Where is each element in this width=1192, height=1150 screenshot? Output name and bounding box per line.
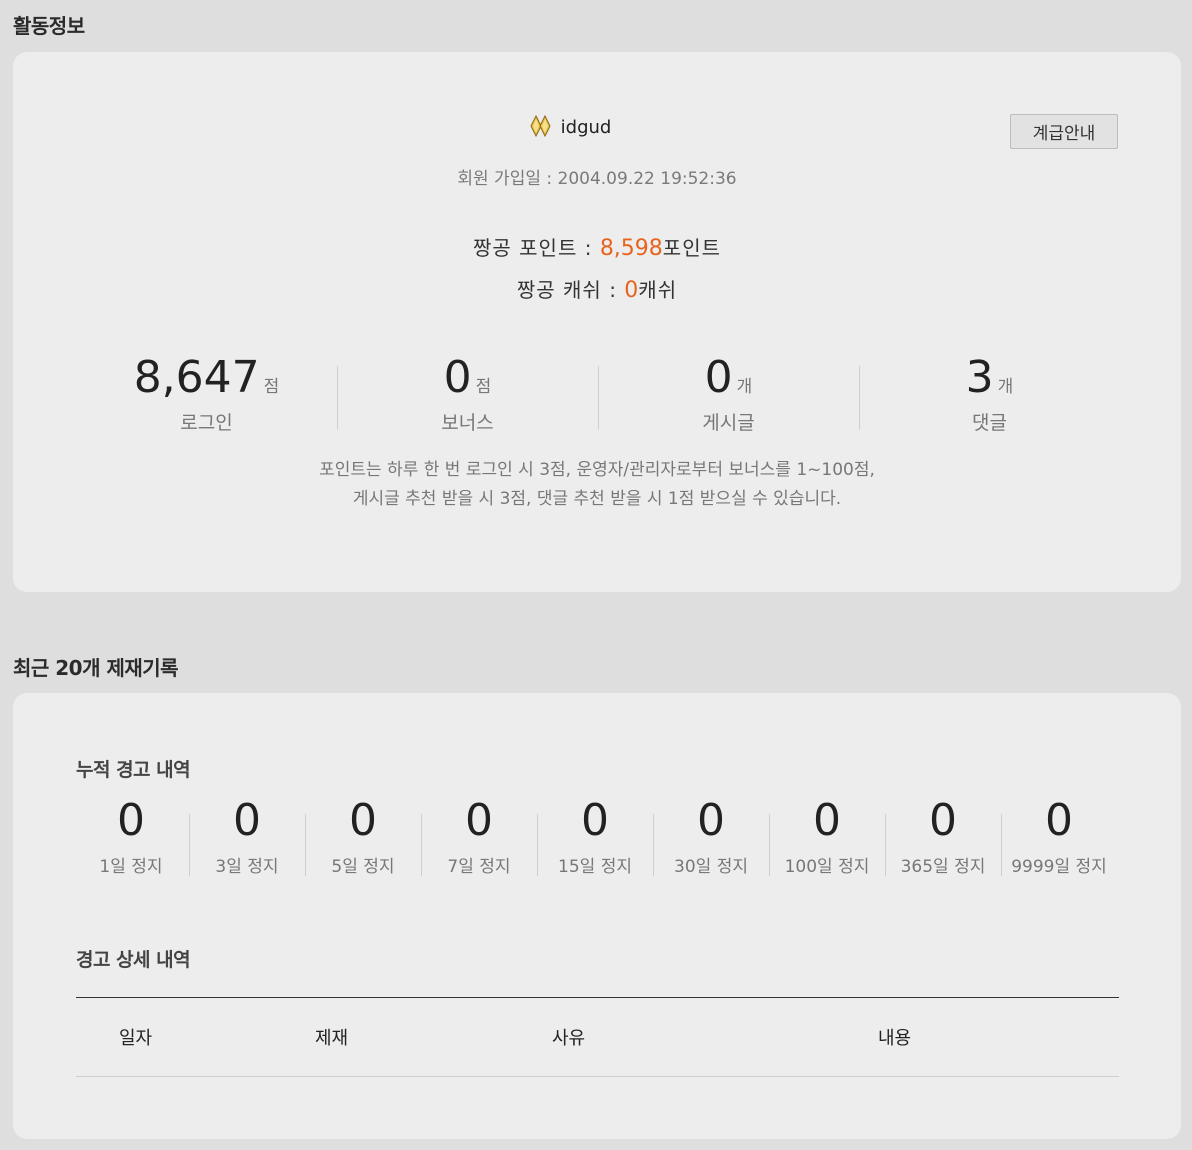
grade-guide-button[interactable]: 계급안내 bbox=[1010, 114, 1118, 149]
stat-unit: 개 bbox=[997, 377, 1014, 397]
warning-count-label: 100일 정지 bbox=[784, 857, 870, 877]
warning-count-value: 0 bbox=[349, 795, 377, 846]
stat-bonus: 0점 보너스 bbox=[337, 352, 598, 435]
warning-count-label: 9999일 정지 bbox=[1011, 857, 1107, 877]
warning-count-value: 0 bbox=[929, 795, 957, 846]
stat-value: 0 bbox=[704, 352, 733, 403]
warning-count-item: 0 15일 정지 bbox=[537, 796, 653, 877]
warning-detail-title: 경고 상세 내역 bbox=[76, 949, 191, 971]
stat-value: 3 bbox=[965, 352, 994, 403]
join-date-value: 2004.09.22 19:52:36 bbox=[557, 169, 737, 189]
cash-label: 짱공 캐쉬 : bbox=[516, 278, 625, 302]
warning-count-value: 0 bbox=[1045, 795, 1073, 846]
user-row: idgud bbox=[13, 114, 1127, 138]
warning-count-value: 0 bbox=[465, 795, 493, 846]
warning-count-value: 0 bbox=[233, 795, 261, 846]
activity-stats: 8,647 점 로그인 0점 보너스 0개 게시글 3개 댓글 bbox=[76, 352, 1120, 435]
warning-counts: 0 1일 정지 0 3일 정지 0 5일 정지 0 7일 정지 0 15일 정지… bbox=[73, 795, 1117, 878]
warning-count-label: 7일 정지 bbox=[447, 857, 511, 877]
points-unit: 포인트 bbox=[662, 236, 721, 260]
warning-count-label: 365일 정지 bbox=[900, 857, 986, 877]
activity-card: idgud 계급안내 회원 가입일 : 2004.09.22 19:52:36 … bbox=[13, 52, 1181, 592]
cash-value: 0 bbox=[624, 278, 639, 303]
warning-count-value: 0 bbox=[117, 795, 145, 846]
warning-count-item: 0 1일 정지 bbox=[73, 795, 189, 878]
stat-label: 로그인 bbox=[180, 412, 233, 434]
warning-count-value: 0 bbox=[697, 795, 725, 846]
cumulative-warning-title: 누적 경고 내역 bbox=[76, 759, 191, 781]
grade-diamond-icon bbox=[530, 114, 551, 138]
cash-unit: 캐쉬 bbox=[638, 278, 678, 302]
warning-count-label: 5일 정지 bbox=[331, 857, 395, 877]
warning-count-item: 0 7일 정지 bbox=[421, 796, 537, 877]
sanction-card: 누적 경고 내역 0 1일 정지 0 3일 정지 0 5일 정지 0 7일 정지… bbox=[13, 693, 1181, 1139]
warning-count-item: 0 100일 정지 bbox=[769, 796, 885, 877]
stat-posts: 0개 게시글 bbox=[598, 352, 859, 435]
warning-count-item: 0 5일 정지 bbox=[305, 796, 421, 877]
warning-count-value: 0 bbox=[813, 795, 841, 846]
points-row: 짱공 포인트 : 8,598포인트 bbox=[13, 232, 1181, 261]
stat-value: 0 bbox=[443, 352, 472, 403]
stat-unit: 점 bbox=[263, 377, 280, 397]
join-date-row: 회원 가입일 : 2004.09.22 19:52:36 bbox=[13, 164, 1181, 189]
join-date-label: 회원 가입일 : bbox=[457, 169, 558, 189]
col-header-reason: 사유 bbox=[552, 1028, 586, 1049]
stat-unit: 점 bbox=[475, 377, 492, 397]
cash-row: 짱공 캐쉬 : 0캐쉬 bbox=[13, 274, 1181, 303]
col-header-date: 일자 bbox=[119, 1028, 153, 1049]
col-header-content: 내용 bbox=[878, 1028, 912, 1049]
stat-label: 댓글 bbox=[972, 412, 1007, 434]
col-header-sanction: 제재 bbox=[315, 1028, 349, 1049]
username[interactable]: idgud bbox=[561, 117, 612, 138]
table-header-row: 일자 제재 사유 내용 bbox=[76, 997, 1119, 1077]
warning-count-item: 0 30일 정지 bbox=[653, 796, 769, 877]
stat-label: 게시글 bbox=[702, 412, 755, 434]
stat-label: 보너스 bbox=[441, 412, 494, 434]
points-note-line: 게시글 추천 받을 시 3점, 댓글 추천 받을 시 1점 받으실 수 있습니다… bbox=[352, 489, 842, 509]
points-label: 짱공 포인트 : bbox=[473, 236, 600, 260]
points-note-line: 포인트는 하루 한 번 로그인 시 3점, 운영자/관리자로부터 보너스를 1~… bbox=[319, 460, 875, 480]
stat-login: 8,647 점 로그인 bbox=[76, 352, 337, 435]
warning-count-label: 15일 정지 bbox=[558, 857, 632, 877]
warning-count-item: 0 9999일 정지 bbox=[1001, 796, 1117, 877]
stat-comments: 3개 댓글 bbox=[859, 352, 1120, 435]
points-note: 포인트는 하루 한 번 로그인 시 3점, 운영자/관리자로부터 보너스를 1~… bbox=[13, 456, 1181, 514]
stat-unit: 개 bbox=[736, 377, 753, 397]
warning-count-value: 0 bbox=[581, 795, 609, 846]
warning-detail-table: 일자 제재 사유 내용 bbox=[76, 997, 1119, 1077]
warning-count-label: 30일 정지 bbox=[674, 857, 748, 877]
warning-count-label: 1일 정지 bbox=[99, 857, 163, 877]
warning-count-item: 0 3일 정지 bbox=[189, 796, 305, 877]
points-value: 8,598 bbox=[599, 236, 663, 261]
warning-count-label: 3일 정지 bbox=[215, 857, 279, 877]
sanction-section-title: 최근 20개 제재기록 bbox=[13, 656, 179, 680]
activity-section-title: 활동정보 bbox=[13, 14, 85, 38]
warning-count-item: 0 365일 정지 bbox=[885, 796, 1001, 877]
stat-value: 8,647 bbox=[133, 352, 260, 403]
